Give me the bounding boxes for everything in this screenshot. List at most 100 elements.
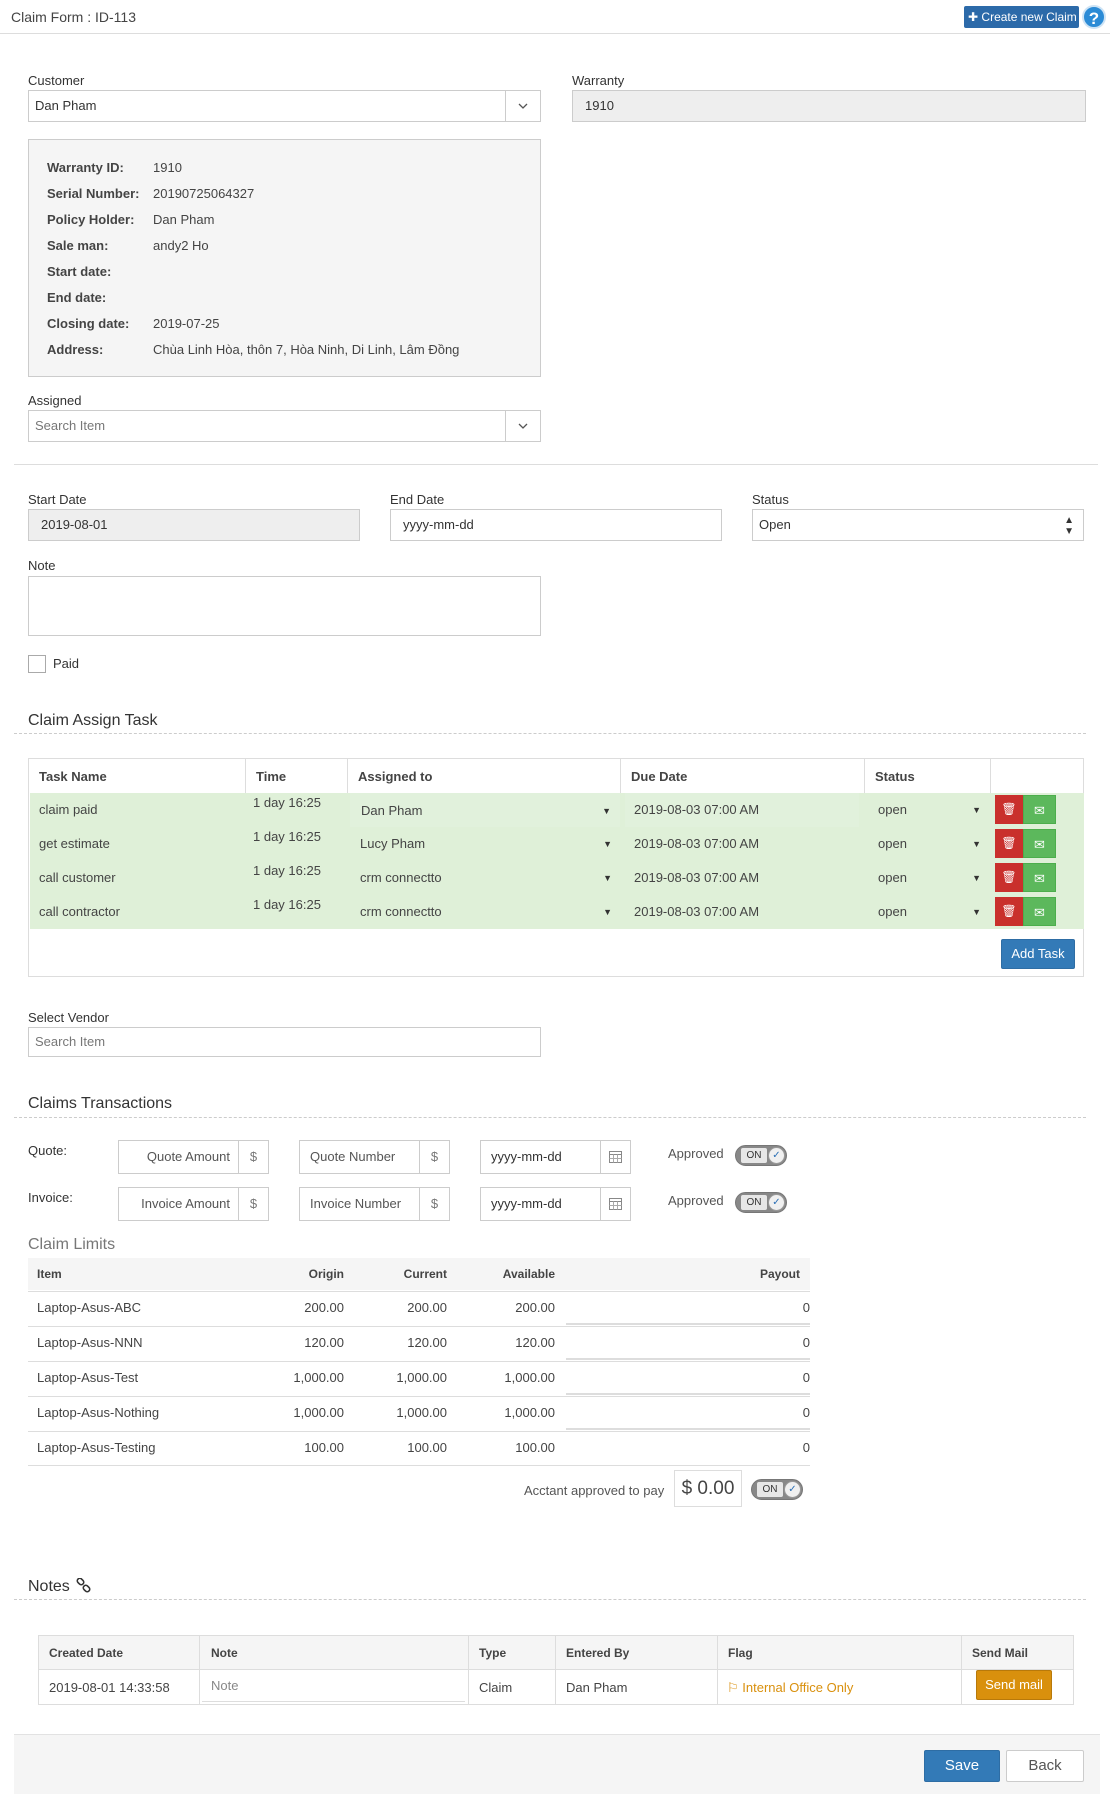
col-payout: Payout [759,1267,800,1281]
quote-number-placeholder: Quote Number [310,1149,396,1164]
task-status-value: open [878,870,907,885]
quote-number-input[interactable]: Quote Number $ [299,1140,450,1174]
claim-form-page: Claim Form : ID-113 ✚ Create new Claim ?… [0,0,1110,1799]
quote-amount-input[interactable]: Quote Amount $ [118,1140,269,1174]
col-divider [245,759,246,793]
info-key: End date: [47,290,107,305]
note-input[interactable]: Note [202,1670,465,1702]
check-icon: ✓ [784,1481,801,1498]
quote-date-input[interactable]: yyyy-mm-dd [480,1140,631,1174]
link-icon[interactable] [74,1577,91,1595]
limit-origin: 1,000.00 [293,1405,344,1420]
invoice-number-input[interactable]: Invoice Number $ [299,1187,450,1221]
task-assigned-value: crm connectto [360,904,442,919]
task-name-input[interactable]: call contractor [39,895,120,929]
payout-input[interactable]: 0 [566,1292,810,1325]
send-mail-button[interactable]: Send mail [976,1670,1052,1700]
payout-input[interactable]: 0 [566,1397,810,1430]
note-label: Note [28,558,56,573]
warranty-field: 1910 [572,90,1086,122]
delete-task-button[interactable]: 🗑 [995,863,1023,892]
task-status-select[interactable]: open ▼ [868,861,989,895]
task-due-date-input[interactable]: 2019-08-03 07:00 AM [625,793,859,827]
quote-approved-toggle[interactable]: ON ✓ [735,1145,787,1166]
task-name-input[interactable]: call customer [39,861,116,895]
task-due-date-input[interactable]: 2019-08-03 07:00 AM [625,861,859,895]
save-button[interactable]: Save [924,1750,1000,1782]
task-row: get estimate 1 day 16:25 Lucy Pham ▼ 201… [30,827,1084,861]
vendor-placeholder: Search Item [35,1034,106,1049]
back-button[interactable]: Back [1006,1750,1084,1782]
top-bar: Claim Form : ID-113 ✚ Create new Claim ? [0,0,1110,34]
chevron-down-icon[interactable] [505,411,540,441]
limit-available: 1,000.00 [504,1370,555,1385]
note-entered-by: Dan Pham [566,1680,628,1695]
customer-select[interactable]: Dan Pham [28,90,541,122]
acctant-approved-toggle[interactable]: ON ✓ [751,1479,803,1500]
email-task-button[interactable]: ✉ [1023,829,1056,858]
task-status-select[interactable]: open ▼ [868,827,989,861]
status-label: Status [752,492,789,507]
notes-section-title: Notes [28,1577,91,1596]
invoice-amount-input[interactable]: Invoice Amount $ [118,1187,269,1221]
payout-input[interactable]: 0 [566,1362,810,1395]
task-assigned-value: crm connectto [360,870,442,885]
delete-task-button[interactable]: 🗑 [995,795,1023,824]
trash-icon: 🗑 [1001,836,1017,850]
calendar-icon[interactable] [600,1188,630,1220]
calendar-icon[interactable] [600,1141,630,1173]
vendor-search-input[interactable]: Search Item [28,1027,541,1057]
acctant-amount: $ 0.00 [674,1470,742,1507]
assigned-select[interactable]: Search Item [28,410,541,442]
create-claim-button[interactable]: ✚ Create new Claim [964,6,1079,28]
help-icon[interactable]: ? [1082,5,1106,29]
start-date-field[interactable]: 2019-08-01 [28,509,360,541]
caret-down-icon: ▼ [972,873,981,883]
limits-row: Laptop-Asus-Nothing 1,000.00 1,000.00 1,… [28,1396,810,1431]
task-time: 1 day 16:25 [253,795,321,810]
dollar-icon: $ [238,1141,268,1173]
plus-icon: ✚ [968,10,979,24]
task-assigned-select[interactable]: crm connectto ▼ [350,895,620,929]
task-row: call contractor 1 day 16:25 crm connectt… [30,895,1084,929]
limits-row: Laptop-Asus-ABC 200.00 200.00 200.00 0 [28,1291,810,1326]
task-assigned-select[interactable]: Dan Pham ▼ [350,793,620,827]
task-assigned-select[interactable]: Lucy Pham ▼ [350,827,620,861]
payout-input[interactable]: 0 [566,1432,810,1465]
task-table: Task Name Time Assigned to Due Date Stat… [28,758,1084,977]
col-due-date: Due Date [631,769,688,784]
task-name-input[interactable]: claim paid [39,793,98,827]
task-due-date-input[interactable]: 2019-08-03 07:00 AM [625,827,859,861]
limit-origin: 200.00 [304,1300,344,1315]
task-status-select[interactable]: open ▼ [868,793,989,827]
toggle-on-label: ON [741,1148,767,1163]
info-key: Sale man: [47,238,109,253]
status-select[interactable]: Open ▲ ▼ [752,509,1084,541]
task-due-date-input[interactable]: 2019-08-03 07:00 AM [625,895,859,929]
info-key: Serial Number: [47,186,140,201]
task-assigned-select[interactable]: crm connectto ▼ [350,861,620,895]
email-task-button[interactable]: ✉ [1023,863,1056,892]
end-date-field[interactable]: yyyy-mm-dd [390,509,722,541]
warranty-info-box: Warranty ID: 1910 Serial Number: 201907250… [28,139,541,377]
end-date-placeholder: yyyy-mm-dd [403,517,474,532]
task-status-select[interactable]: open ▼ [868,895,989,929]
payout-input[interactable]: 0 [566,1327,810,1360]
add-task-button[interactable]: Add Task [1001,939,1075,969]
chevron-down-icon[interactable] [505,91,540,121]
email-task-button[interactable]: ✉ [1023,795,1056,824]
customer-value: Dan Pham [35,98,97,113]
invoice-approved-toggle[interactable]: ON ✓ [735,1192,787,1213]
invoice-date-input[interactable]: yyyy-mm-dd [480,1187,631,1221]
delete-task-button[interactable]: 🗑 [995,897,1023,926]
delete-task-button[interactable]: 🗑 [995,829,1023,858]
info-value: 1910 [153,160,182,175]
paid-checkbox[interactable] [28,655,46,673]
dollar-icon: $ [419,1188,449,1220]
email-task-button[interactable]: ✉ [1023,897,1056,926]
note-textarea[interactable] [28,576,541,636]
limit-available: 100.00 [515,1440,555,1455]
col-task-name: Task Name [39,769,107,784]
info-key: Closing date: [47,316,130,331]
task-name-input[interactable]: get estimate [39,827,110,861]
